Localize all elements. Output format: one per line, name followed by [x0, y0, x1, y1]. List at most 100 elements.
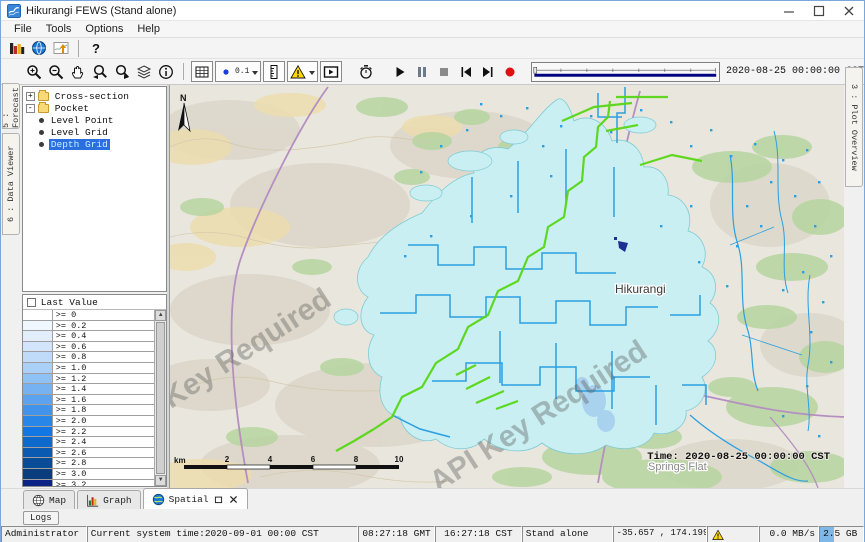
- legend-row[interactable]: >= 1.2: [23, 374, 154, 385]
- last-value-checkbox[interactable]: [27, 298, 36, 307]
- stats-icon: [9, 40, 25, 56]
- menu-options[interactable]: Options: [78, 23, 130, 35]
- zoom-out-button[interactable]: [46, 62, 66, 82]
- map-time-label: Time: 2020-08-25 00:00:00 CST: [647, 451, 830, 463]
- layers-button[interactable]: [134, 62, 154, 82]
- map-view[interactable]: API Key Required API Key Required Hikura…: [169, 85, 844, 488]
- legend-row[interactable]: >= 0.8: [23, 352, 154, 363]
- longitudinal-profile-button[interactable]: [51, 38, 71, 58]
- legend-row[interactable]: >= 1.0: [23, 363, 154, 374]
- legend-color-swatch: [23, 352, 53, 362]
- tree-item-level-point[interactable]: Level Point: [23, 114, 166, 126]
- legend-color-swatch: [23, 331, 53, 341]
- status-coordinates: -35.657 , 174.199: [613, 526, 708, 542]
- tree-item-label: Pocket: [53, 103, 91, 114]
- close-button[interactable]: [834, 1, 864, 20]
- scroll-up-icon[interactable]: ▲: [155, 310, 166, 321]
- map-toolbar: 0.1 2020-08-25 00:00:00 CST: [1, 59, 864, 85]
- svg-text:km: km: [174, 456, 186, 465]
- panel-tab-forecast[interactable]: 5 : Forecast: [2, 83, 20, 129]
- status-warning-cell[interactable]: [707, 526, 759, 542]
- spatial-restore-button[interactable]: [213, 494, 224, 505]
- ruler-button[interactable]: [263, 61, 285, 82]
- tab-map[interactable]: Map: [23, 490, 75, 509]
- legend-color-swatch: [23, 427, 53, 437]
- scrollbar-thumb[interactable]: [156, 322, 165, 474]
- time-slider-handle[interactable]: [534, 67, 537, 73]
- legend-row[interactable]: >= 2.8: [23, 458, 154, 469]
- status-memory[interactable]: 2.5 GB: [819, 526, 864, 542]
- restore-icon: [213, 494, 224, 505]
- info-button[interactable]: [156, 62, 176, 82]
- tree-item-label-selected: Depth Grid: [49, 139, 110, 150]
- warning-icon: [712, 529, 724, 541]
- legend-row[interactable]: >= 2.6: [23, 448, 154, 459]
- legend-row[interactable]: >= 1.4: [23, 384, 154, 395]
- status-system-time: Current system time:2020-09-01 00:00 CST: [87, 526, 358, 542]
- menu-tools[interactable]: Tools: [39, 23, 79, 35]
- stop-icon: [436, 64, 452, 80]
- record-button[interactable]: [500, 62, 520, 82]
- warning-icon: [290, 64, 306, 80]
- time-slider[interactable]: [531, 62, 720, 82]
- help-button[interactable]: ?: [86, 38, 106, 58]
- interval-dropdown[interactable]: 0.1: [215, 61, 261, 82]
- skip-start-button[interactable]: [456, 62, 476, 82]
- legend-row-label: >= 1.4: [53, 384, 154, 394]
- svg-text:10: 10: [395, 455, 404, 464]
- tab-spatial[interactable]: Spatial: [143, 488, 248, 509]
- menu-help[interactable]: Help: [130, 23, 167, 35]
- legend-row[interactable]: >= 2.2: [23, 427, 154, 438]
- legend-row[interactable]: >= 2.4: [23, 437, 154, 448]
- scroll-down-icon[interactable]: ▼: [155, 475, 166, 486]
- collapse-toggle[interactable]: -: [26, 104, 35, 113]
- menu-file[interactable]: File: [7, 23, 39, 35]
- tree-item-cross-section[interactable]: + Cross-section: [23, 90, 166, 102]
- interval-value-label: 0.1: [235, 67, 249, 76]
- zoom-previous-button[interactable]: [90, 62, 110, 82]
- legend-row[interactable]: >= 2.0: [23, 416, 154, 427]
- legend-color-swatch: [23, 342, 53, 352]
- legend-color-swatch: [23, 458, 53, 468]
- legend-row[interactable]: >= 0.4: [23, 331, 154, 342]
- statistics-button[interactable]: [7, 38, 27, 58]
- panel-tab-plot-overview[interactable]: 3 : Plot Overview: [845, 67, 863, 187]
- animation-settings-button[interactable]: [356, 62, 376, 82]
- legend-row[interactable]: >= 1.6: [23, 395, 154, 406]
- thresholds-dropdown[interactable]: [287, 61, 318, 82]
- playback-window-button[interactable]: [320, 61, 342, 82]
- logs-button[interactable]: Logs: [23, 511, 59, 525]
- legend-row[interactable]: >= 1.8: [23, 405, 154, 416]
- skip-end-button[interactable]: [478, 62, 498, 82]
- map-display-button[interactable]: [29, 38, 49, 58]
- tree-item-level-grid[interactable]: Level Grid: [23, 126, 166, 138]
- legend-row[interactable]: >= 0.2: [23, 321, 154, 332]
- legend-row[interactable]: >= 0.6: [23, 342, 154, 353]
- tab-graph[interactable]: Graph: [77, 490, 141, 509]
- menu-bar: File Tools Options Help: [1, 21, 864, 38]
- expand-toggle[interactable]: +: [26, 92, 35, 101]
- legend-row[interactable]: >= 3.2: [23, 480, 154, 487]
- maximize-button[interactable]: [804, 1, 834, 20]
- spatial-close-button[interactable]: [228, 494, 239, 505]
- stop-button[interactable]: [434, 62, 454, 82]
- legend-color-swatch: [23, 363, 53, 373]
- zoom-next-button[interactable]: [112, 62, 132, 82]
- map-canvas[interactable]: API Key Required API Key Required Hikura…: [170, 85, 845, 488]
- legend-row[interactable]: >= 0: [23, 310, 154, 321]
- pause-button[interactable]: [412, 62, 432, 82]
- layer-tree: + Cross-section - Pocket Level Point Lev…: [22, 86, 167, 292]
- legend-row[interactable]: >= 3.0: [23, 469, 154, 480]
- minimize-button[interactable]: [774, 1, 804, 20]
- pan-button[interactable]: [68, 62, 88, 82]
- zoom-in-button[interactable]: [24, 62, 44, 82]
- play-button[interactable]: [390, 62, 410, 82]
- ruler-icon: [266, 64, 282, 80]
- animation-icon: [358, 64, 374, 80]
- tree-item-depth-grid[interactable]: Depth Grid: [23, 138, 166, 150]
- grid-toggle-button[interactable]: [191, 61, 213, 82]
- legend-scrollbar[interactable]: ▲ ▼: [154, 310, 166, 486]
- tree-item-pocket[interactable]: - Pocket: [23, 102, 166, 114]
- panel-tab-data-viewer[interactable]: 6 : Data Viewer: [2, 133, 20, 235]
- tab-label: Map: [49, 495, 66, 506]
